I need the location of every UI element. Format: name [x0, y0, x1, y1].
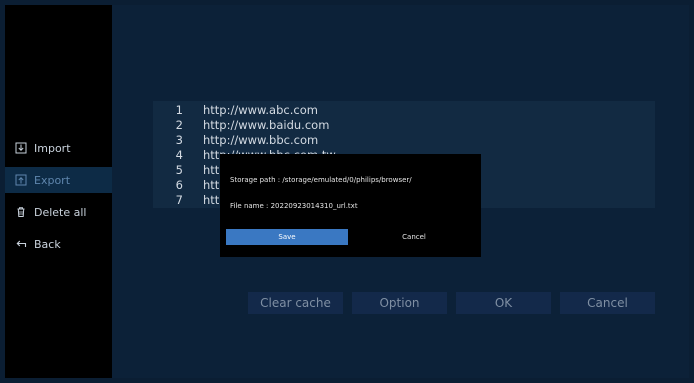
export-dialog: Storage path : /storage/emulated/0/phili…: [220, 154, 481, 257]
option-button[interactable]: Option: [352, 292, 447, 314]
row-number: 4: [175, 148, 183, 162]
cancel-button[interactable]: Cancel: [560, 292, 655, 314]
trash-icon: [15, 206, 27, 218]
row-url: http://www.bbc.com: [203, 133, 319, 147]
sidebar-item-label: Import: [34, 141, 71, 155]
sidebar-item-import[interactable]: Import: [5, 135, 112, 161]
file-name-text: File name : 20220923014310_url.txt: [230, 202, 358, 210]
row-number: 5: [175, 163, 183, 177]
sidebar-item-back[interactable]: Back: [5, 231, 112, 257]
row-url: http://www.baidu.com: [203, 118, 330, 132]
row-number: 2: [175, 118, 183, 132]
browser-settings-screen: Import Export Delete all Back 1 http://w…: [5, 5, 689, 378]
row-number: 6: [175, 178, 183, 192]
export-icon: [15, 174, 27, 186]
row-number: 7: [175, 193, 183, 207]
sidebar-item-label: Export: [34, 173, 71, 187]
row-url: htt: [203, 163, 220, 177]
sidebar: Import Export Delete all Back: [5, 5, 112, 378]
storage-path-text: Storage path : /storage/emulated/0/phili…: [230, 176, 412, 184]
row-number: 3: [175, 133, 183, 147]
row-url: htt: [203, 193, 220, 207]
sidebar-item-label: Back: [34, 237, 61, 251]
back-arrow-icon: [15, 238, 27, 250]
sidebar-item-export[interactable]: Export: [5, 167, 112, 193]
row-url: htt: [203, 178, 220, 192]
sidebar-item-label: Delete all: [34, 205, 87, 219]
import-icon: [15, 142, 27, 154]
dialog-cancel-button[interactable]: Cancel: [354, 229, 474, 245]
sidebar-item-delete-all[interactable]: Delete all: [5, 199, 112, 225]
ok-button[interactable]: OK: [456, 292, 551, 314]
save-button[interactable]: Save: [226, 229, 348, 245]
clear-cache-button[interactable]: Clear cache: [248, 292, 343, 314]
row-number: 1: [175, 103, 183, 117]
row-url: http://www.abc.com: [203, 103, 318, 117]
